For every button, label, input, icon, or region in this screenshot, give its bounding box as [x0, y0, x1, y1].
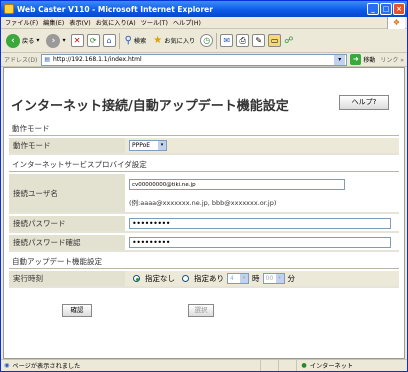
page-done-icon: ◉ — [4, 362, 10, 369]
minute-select[interactable]: 00 ▾ — [262, 273, 285, 284]
search-icon: ⚲ — [124, 35, 132, 46]
password-label: 接続パスワード — [9, 216, 125, 231]
status-bar: ◉ ページが表示されました ● インターネット — [1, 359, 407, 371]
address-url: http://192.168.1.1/index.html — [52, 56, 142, 63]
address-dropdown-icon[interactable]: ▾ — [334, 54, 346, 65]
browser-window: Web Caster V110 - Microsoft Internet Exp… — [0, 0, 408, 372]
go-label: 移動 — [363, 57, 376, 64]
menu-file[interactable]: ファイル(F) — [5, 18, 38, 27]
radio-none[interactable] — [133, 275, 140, 282]
back-arrow-icon: ‹ — [6, 33, 20, 48]
zone-label: インターネット — [309, 363, 354, 370]
user-label: 接続ユーザ名 — [9, 174, 125, 212]
username-hint: (例:aaaa@xxxxxxx.ne.jp, bbb@xxxxxxx.or.jp… — [129, 199, 277, 207]
mode-value: PPPoE — [132, 142, 151, 149]
edit-icon[interactable]: ✎ — [252, 34, 266, 47]
username-input[interactable]: cv00000000@tiki.ne.jp — [129, 179, 345, 190]
hour-value: 4 — [230, 275, 234, 282]
messenger-icon[interactable]: ☍ — [284, 36, 293, 46]
password-row: 接続パスワード ••••••••• — [9, 216, 399, 233]
menu-edit[interactable]: 編集(E) — [43, 18, 64, 27]
time-row: 実行時刻 指定なし 指定あり 4 ▾ 時 00 ▾ 分 — [9, 271, 399, 288]
history-icon[interactable]: ◷ — [200, 34, 214, 47]
hour-unit: 時 — [252, 274, 260, 283]
page-title: インターネット接続/自動アップデート機能設定 — [11, 99, 289, 114]
chevron-down-icon: ▾ — [240, 274, 248, 283]
password-input[interactable]: ••••••••• — [129, 218, 391, 229]
select-button[interactable]: 選択 — [188, 304, 214, 317]
address-label: アドレス(D) — [4, 57, 38, 64]
chevron-down-icon: ▾ — [275, 274, 284, 283]
mode-label: 動作モード — [9, 138, 125, 153]
password-confirm-label: 接続パスワード確認 — [9, 235, 125, 250]
chevron-down-icon: ▾ — [158, 141, 166, 150]
maximize-button[interactable]: □ — [380, 3, 392, 15]
mode-select[interactable]: PPPoE ▾ — [129, 140, 167, 151]
minimize-button[interactable]: _ — [367, 3, 379, 15]
password-confirm-input[interactable]: ••••••••• — [129, 237, 391, 248]
title-bar[interactable]: Web Caster V110 - Microsoft Internet Exp… — [1, 1, 407, 17]
chevron-down-icon: ▾ — [36, 37, 40, 44]
menu-favorites[interactable]: お気に入り(A) — [96, 18, 136, 27]
radio-set-label: 指定あり — [194, 274, 224, 283]
favorites-button[interactable]: ★ お気に入り — [151, 31, 197, 51]
forward-arrow-icon: › — [46, 33, 61, 48]
minute-value: 00 — [265, 275, 274, 282]
mail-icon[interactable]: ✉ — [220, 34, 234, 47]
mode-row: 動作モード PPPoE ▾ — [9, 138, 399, 155]
search-label: 検索 — [133, 38, 147, 45]
chevron-down-icon: ▾ — [62, 37, 66, 44]
minute-unit: 分 — [287, 274, 296, 283]
favorites-label: お気に入り — [164, 38, 196, 45]
folder-icon[interactable]: ▭ — [268, 34, 282, 47]
status-text: ページが表示されました — [12, 363, 81, 370]
close-button[interactable]: × — [393, 3, 405, 15]
time-label: 実行時刻 — [9, 271, 125, 286]
go-arrow-icon: ➜ — [350, 54, 362, 65]
address-bar: アドレス(D) ▤ http://192.168.1.1/index.html … — [1, 53, 407, 67]
confirm-button[interactable]: 確認 — [62, 304, 92, 317]
stop-icon[interactable]: ✕ — [70, 34, 84, 47]
go-button[interactable]: ➜ 移動 — [350, 54, 375, 65]
radio-set[interactable] — [182, 275, 189, 282]
forward-button[interactable]: › ▾ — [44, 31, 67, 51]
user-row: 接続ユーザ名 cv00000000@tiki.ne.jp (例:aaaa@xxx… — [9, 174, 399, 214]
print-icon[interactable]: ⎙ — [236, 34, 250, 47]
back-label: 戻る — [22, 38, 35, 45]
menu-view[interactable]: 表示(V) — [69, 18, 90, 27]
globe-icon: ● — [301, 362, 307, 369]
address-input[interactable]: ▤ http://192.168.1.1/index.html — [41, 53, 348, 66]
home-icon[interactable]: ⌂ — [102, 34, 116, 47]
ie-icon — [4, 4, 14, 14]
menu-help[interactable]: ヘルプ(H) — [173, 18, 201, 27]
hour-select[interactable]: 4 ▾ — [227, 273, 249, 284]
refresh-icon[interactable]: ⟳ — [86, 34, 100, 47]
section-autoupdate-title: 自動アップデート機能設定 — [9, 255, 399, 269]
windows-logo-icon: ❖ — [387, 17, 405, 29]
page-icon: ▤ — [44, 56, 50, 63]
help-button[interactable]: ヘルプ? — [339, 95, 389, 110]
star-icon: ★ — [153, 35, 163, 46]
section-mode-title: 動作モード — [9, 122, 399, 136]
toolbar-divider — [216, 32, 218, 49]
menu-bar: ファイル(F) 編集(E) 表示(V) お気に入り(A) ツール(T) ヘルプ(… — [1, 17, 407, 29]
password-confirm-row: 接続パスワード確認 ••••••••• — [9, 235, 399, 252]
toolbar: ‹ 戻る ▾ › ▾ ✕ ⟳ ⌂ ⚲ 検索 ★ お気に入り ◷ ✉ ⎙ ✎ ▭ … — [1, 29, 407, 53]
window-title: Web Caster V110 - Microsoft Internet Exp… — [17, 4, 213, 14]
toolbar-divider — [118, 32, 120, 49]
search-button[interactable]: ⚲ 検索 — [123, 31, 149, 51]
section-isp-title: インターネットサービスプロバイダ設定 — [9, 158, 399, 172]
links-label[interactable]: リンク » — [380, 55, 404, 64]
menu-tools[interactable]: ツール(T) — [141, 18, 168, 27]
back-button[interactable]: ‹ 戻る ▾ — [4, 31, 41, 51]
radio-none-label: 指定なし — [145, 274, 175, 283]
page-content: インターネット接続/自動アップデート機能設定 ヘルプ? 動作モード 動作モード … — [3, 67, 405, 359]
